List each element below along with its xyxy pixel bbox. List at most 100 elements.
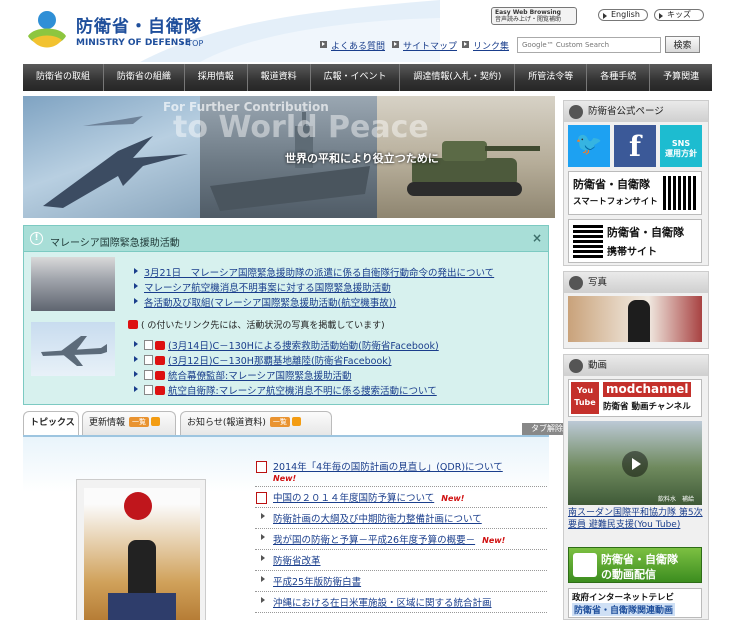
list-item[interactable]: 3月21日 マレーシア国際緊急援助隊の派遣に係る自衛隊行動命令の発出について: [134, 265, 494, 280]
jsdf-video-line2: の動画配信: [601, 568, 656, 581]
official-page-icon: [569, 105, 583, 119]
list-item[interactable]: 統合幕僚監部:マレーシア国際緊急援助活動: [134, 368, 439, 383]
list-item[interactable]: マレーシア航空機消息不明事案に対する国際緊急援助活動: [134, 280, 494, 295]
notice-photo-link[interactable]: 航空自衛隊:マレーシア航空機消息不明に係る捜索活動について: [168, 386, 437, 397]
video-link[interactable]: 南スーダン国際平和協力隊 第5次要員 避難民支援(You Tube): [568, 507, 704, 531]
tab-news-list-button[interactable]: 一覧: [269, 417, 290, 427]
gnav-item-laws[interactable]: 所管法令等: [515, 64, 588, 91]
logo-top-link[interactable]: • TOP: [180, 39, 203, 48]
rss-icon[interactable]: [291, 417, 301, 426]
notice-link[interactable]: 3月21日 マレーシア国際緊急援助隊の派遣に係る自衛隊行動命令の発出について: [144, 268, 494, 279]
list-item[interactable]: 2014年「4年毎の国防計画の見直し」(QDR)について New!: [255, 459, 547, 487]
english-button[interactable]: English: [598, 9, 648, 21]
links-link[interactable]: リンク集: [462, 39, 509, 52]
sns-policy-button[interactable]: SNS 運用方針: [660, 125, 702, 167]
hero-english-line2: to World Peace: [173, 110, 429, 145]
hero-banner[interactable]: For Further Contribution to World Peace …: [23, 96, 555, 218]
video-thumbnail[interactable]: 飲料水 補給: [568, 421, 702, 505]
gnav-item-recruitment[interactable]: 採用情報: [185, 64, 248, 91]
topic-link[interactable]: 中国の２０１４年度国防予算について: [273, 493, 434, 504]
topic-link[interactable]: 我が国の防衛と予算－平成26年度予算の概要－: [273, 535, 475, 546]
gnav-item-events[interactable]: 広報・イベント: [311, 64, 401, 91]
notice-link[interactable]: マレーシア航空機消息不明事案に対する国際緊急援助活動: [144, 283, 391, 294]
search-input[interactable]: [517, 37, 661, 53]
gnav-item-procedures[interactable]: 各種手続: [587, 64, 651, 91]
notice-photo-link[interactable]: (3月14日)C－130Hによる捜索救助活動始動(防衛省Facebook): [168, 341, 439, 352]
hero-japanese-tagline: 世界の平和により役立つために: [285, 152, 439, 165]
notice-photo-note: ( の付いたリンク先には、活動状況の写真を掲載しています): [128, 318, 385, 331]
modchannel-label: modchannel: [603, 382, 692, 397]
topic-link[interactable]: 防衛省改革: [273, 556, 321, 567]
tab-news[interactable]: お知らせ(報道資料) 一覧: [180, 411, 332, 435]
gnav-item-organization[interactable]: 防衛省の組織: [104, 64, 185, 91]
sidebar-official-title: 防衛省公式ページ: [588, 106, 664, 117]
list-item[interactable]: 防衛計画の大綱及び中期防衛力整備計画について: [255, 508, 547, 529]
notice-link[interactable]: 各活動及び取組(マレーシア国際緊急援助活動(航空機事故)): [144, 298, 396, 309]
list-item[interactable]: 平成25年版防衛白書: [255, 571, 547, 592]
sidebar-video-header: 動画: [564, 355, 708, 376]
content-tabs: トピックス 更新情報 一覧 お知らせ(報道資料) 一覧 タブ解除: [23, 411, 572, 435]
new-badge: New!: [273, 474, 297, 483]
list-item[interactable]: (3月12日)C－130H那覇基地離陸(防衛省Facebook): [134, 353, 439, 368]
sidebar-photo-image[interactable]: [568, 296, 702, 342]
list-item[interactable]: 防衛省改革: [255, 550, 547, 571]
topics-photo[interactable]: [84, 488, 200, 620]
gnav-item-budget[interactable]: 予算関連: [650, 64, 712, 91]
notice-photo-airport[interactable]: [31, 257, 115, 311]
play-icon[interactable]: [622, 451, 648, 477]
logo-english-title[interactable]: MINISTRY OF DEFENSE: [76, 38, 191, 48]
faq-link[interactable]: よくある質問: [320, 39, 385, 52]
topic-link[interactable]: 防衛計画の大綱及び中期防衛力整備計画について: [273, 514, 482, 525]
video-icon: [569, 359, 583, 373]
ministry-logo-icon[interactable]: [24, 8, 70, 54]
facebook-icon[interactable]: f: [614, 125, 656, 167]
smartphone-site-banner[interactable]: 防衛省・自衛隊 スマートフォンサイト: [568, 171, 702, 215]
window-icon: [144, 370, 153, 380]
youtube-channel-banner[interactable]: You Tube modchannel 防衛省 動画チャンネル: [568, 379, 702, 417]
japan-flag-emblem: [124, 492, 152, 520]
list-item[interactable]: 中国の２０１４年度国防予算について New!: [255, 487, 547, 508]
notice-title: マレーシア国際緊急援助活動: [50, 238, 180, 249]
pdf-icon: [256, 492, 267, 504]
twitter-icon[interactable]: 🐦: [568, 125, 610, 167]
list-item[interactable]: 沖縄における在日米軍施設・区域に関する統合計画: [255, 592, 547, 613]
list-item[interactable]: 航空自衛隊:マレーシア航空機消息不明に係る捜索活動について: [134, 383, 439, 398]
podium-figure: [108, 593, 176, 620]
new-badge: New!: [441, 494, 465, 503]
close-icon[interactable]: ×: [532, 231, 542, 245]
smartphone-banner-line1: 防衛省・自衛隊: [573, 178, 650, 191]
topic-link[interactable]: 平成25年版防衛白書: [273, 577, 361, 588]
search-button[interactable]: 検索: [665, 36, 700, 53]
channel-name: 防衛省 動画チャンネル: [603, 402, 691, 412]
list-item[interactable]: 我が国の防衛と予算－平成26年度予算の概要－ New!: [255, 529, 547, 550]
notice-photo-aircraft[interactable]: [31, 322, 115, 376]
rss-icon[interactable]: [151, 417, 161, 426]
sidebar-official-header: 防衛省公式ページ: [564, 101, 708, 122]
logo-japanese-title[interactable]: 防衛省・自衛隊: [76, 12, 202, 37]
notice-header: ! マレーシア国際緊急援助活動 ×: [24, 226, 548, 252]
gnav-item-procurement[interactable]: 調達情報(入札・契約): [400, 64, 516, 91]
jsdf-video-banner[interactable]: 防衛省・自衛隊 の動画配信: [568, 547, 702, 583]
notice-photo-link[interactable]: 統合幕僚監部:マレーシア国際緊急援助活動: [168, 371, 352, 382]
tab-updates[interactable]: 更新情報 一覧: [82, 411, 176, 435]
gnav-item-press[interactable]: 報道資料: [248, 64, 311, 91]
government-internet-tv-banner[interactable]: 政府インターネットテレビ 防衛省・自衛隊関連動画: [568, 588, 702, 618]
list-item[interactable]: (3月14日)C－130Hによる捜索救助活動始動(防衛省Facebook): [134, 338, 439, 353]
smartphone-banner-line2: スマートフォンサイト: [573, 197, 658, 207]
list-item[interactable]: 各活動及び取組(マレーシア国際緊急援助活動(航空機事故)): [134, 295, 494, 310]
youtube-logo-icon: You Tube: [571, 382, 599, 414]
topic-link[interactable]: 2014年「4年毎の国防計画の見直し」(QDR)について: [273, 462, 503, 473]
speaker-figure: [128, 540, 156, 595]
sidebar-official-pages: 防衛省公式ページ 🐦 f SNS 運用方針 防衛省・自衛隊 スマートフォンサイト…: [563, 100, 709, 266]
easy-web-browsing-button[interactable]: Easy Web Browsing 音声読み上げ・閲覧補助: [491, 7, 577, 25]
kids-button[interactable]: キッズ: [654, 9, 704, 21]
tab-topics[interactable]: トピックス: [23, 411, 79, 435]
sidebar-photo: 写真: [563, 271, 709, 349]
tab-updates-list-button[interactable]: 一覧: [129, 417, 150, 427]
sitemap-link[interactable]: サイトマップ: [392, 39, 457, 52]
gnav-item-initiatives[interactable]: 防衛省の取組: [23, 64, 104, 91]
notice-photo-link[interactable]: (3月12日)C－130H那覇基地離陸(防衛省Facebook): [168, 356, 392, 367]
mobile-site-banner[interactable]: 防衛省・自衛隊 携帯サイト: [568, 219, 702, 263]
topic-link[interactable]: 沖縄における在日米軍施設・区域に関する統合計画: [273, 598, 492, 609]
sidebar-video: 動画 You Tube modchannel 防衛省 動画チャンネル 飲料水 補…: [563, 354, 709, 620]
